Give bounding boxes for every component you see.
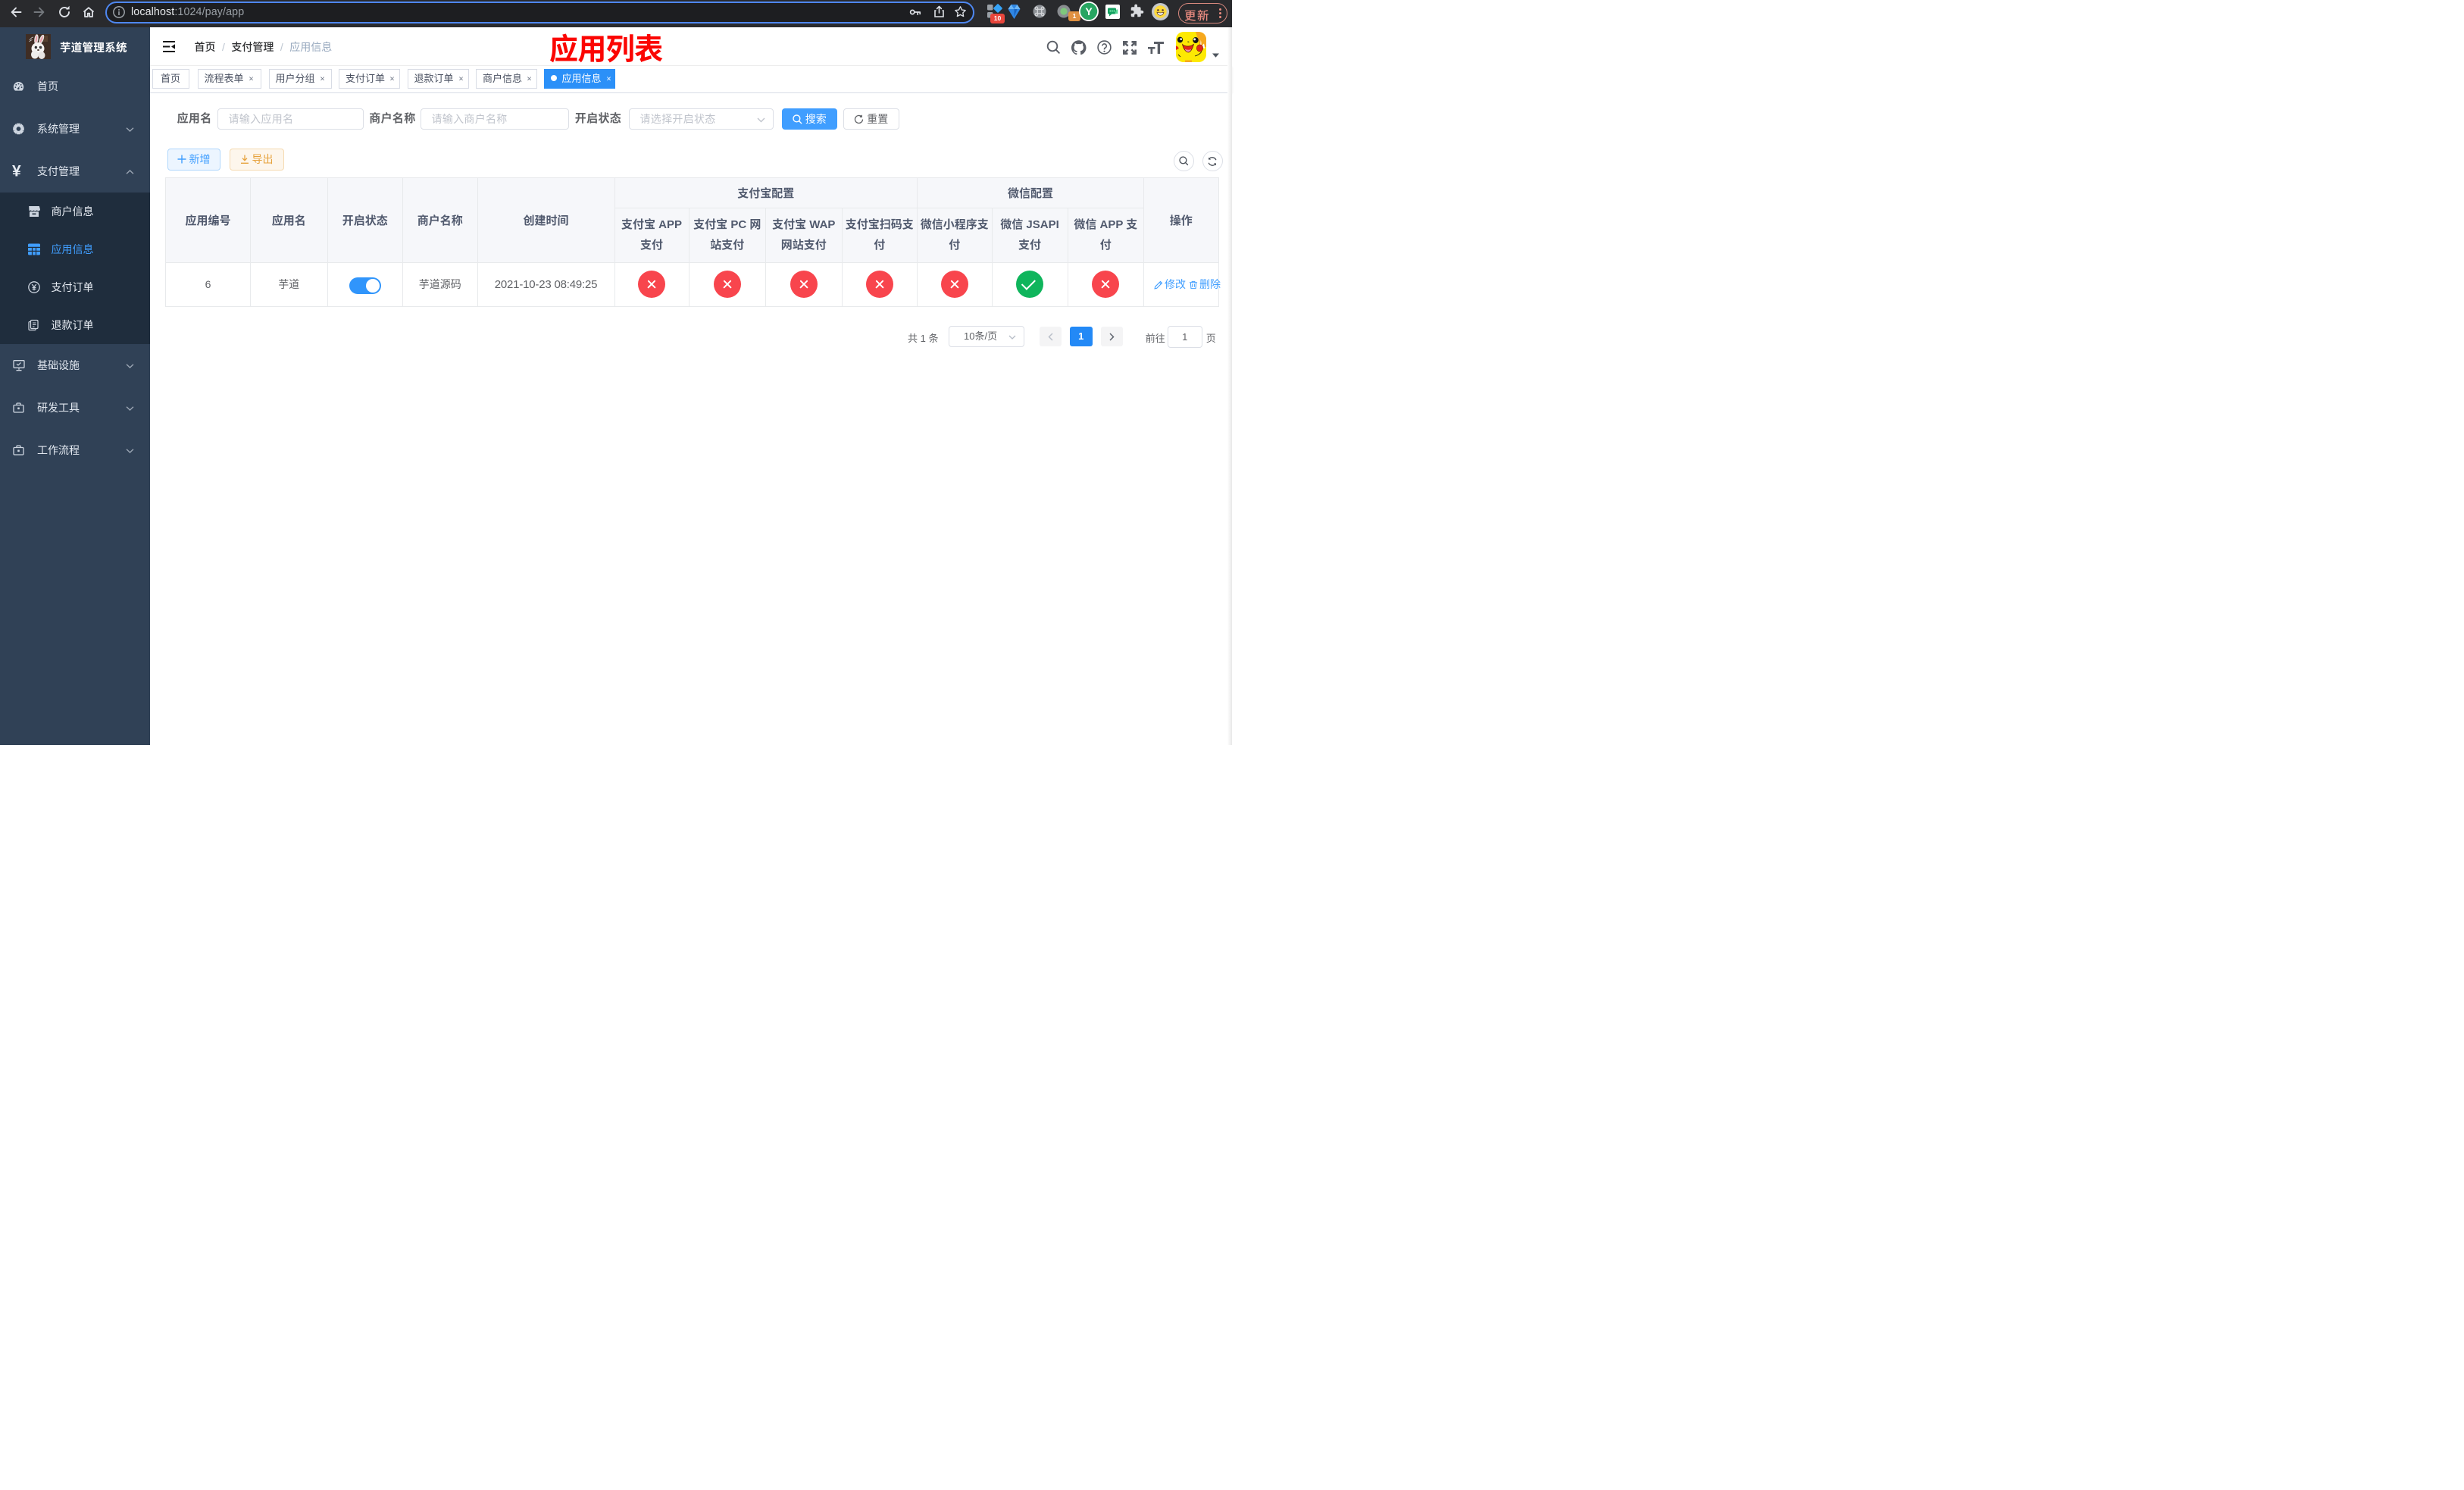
svg-text:Y: Y	[1085, 5, 1093, 17]
